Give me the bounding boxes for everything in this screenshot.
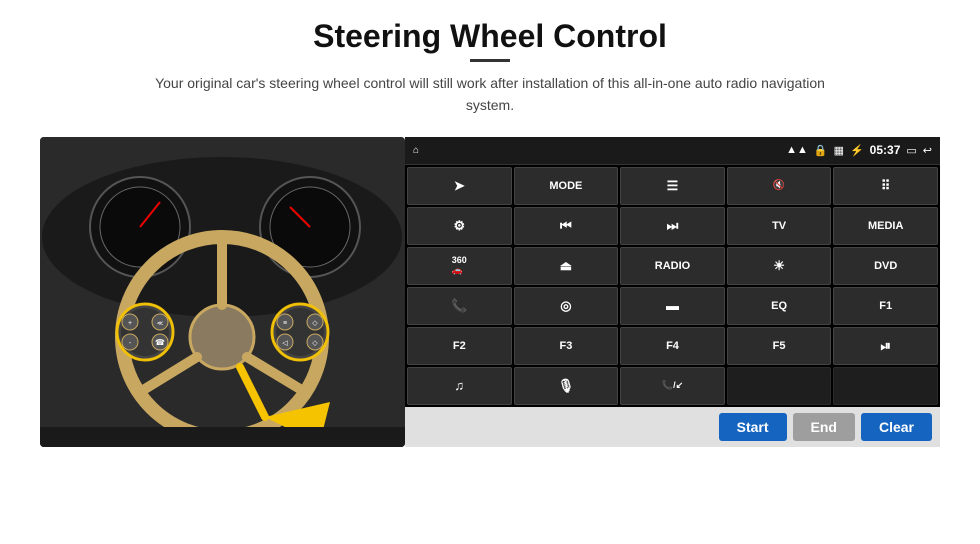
dvd-btn[interactable]: DVD	[833, 247, 938, 285]
svg-text:≪: ≪	[157, 321, 163, 327]
media-btn[interactable]: MEDIA	[833, 207, 938, 245]
home-icon[interactable]: ⌂	[413, 145, 419, 156]
brightness-btn[interactable]: ☀	[727, 247, 832, 285]
f4-btn[interactable]: F4	[620, 327, 725, 365]
phone-btn[interactable]: 📞	[407, 287, 512, 325]
lock-icon: 🔒	[814, 144, 828, 157]
screen-icon: ▭	[906, 144, 916, 157]
menu-btn[interactable]: ☰	[620, 167, 725, 205]
svg-text:☎: ☎	[155, 338, 165, 347]
f5-btn[interactable]: F5	[727, 327, 832, 365]
page-subtitle: Your original car's steering wheel contr…	[130, 72, 850, 117]
svg-text:≡: ≡	[283, 320, 287, 327]
status-left: ⌂	[413, 145, 419, 156]
end-button[interactable]: End	[793, 413, 855, 441]
steering-wheel-image: + - ≪ ☎ ≡ ◇ ◁ ◇	[40, 137, 405, 447]
mute-btn[interactable]: 🔇	[727, 167, 832, 205]
status-right: ▲▲ 🔒 ▦ ⚡ 05:37 ▭ ↩	[786, 143, 932, 157]
clear-button[interactable]: Clear	[861, 413, 932, 441]
page-title: Steering Wheel Control	[130, 18, 850, 55]
control-panel: ⌂ ▲▲ 🔒 ▦ ⚡ 05:37 ▭ ↩ ➤ MODE ☰ 🔇	[405, 137, 940, 447]
next-btn[interactable]: ⏭	[620, 207, 725, 245]
mic-btn[interactable]: 🎙	[514, 367, 619, 405]
title-section: Steering Wheel Control Your original car…	[130, 18, 850, 131]
svg-text:◇: ◇	[312, 320, 318, 327]
sim-icon: ▦	[834, 144, 844, 157]
apps-btn[interactable]: ⠿	[833, 167, 938, 205]
f1-btn[interactable]: F1	[833, 287, 938, 325]
eject-btn[interactable]: ⏏	[514, 247, 619, 285]
navi-btn[interactable]: ◎	[514, 287, 619, 325]
tv-btn[interactable]: TV	[727, 207, 832, 245]
button-grid: ➤ MODE ☰ 🔇 ⠿ ⚙ ⏮ ⏭ TV MEDIA 360🚗 ⏏ RADIO…	[405, 165, 940, 407]
bottom-action-bar: Start End Clear	[405, 407, 940, 447]
bt-icon: ⚡	[850, 144, 864, 157]
svg-text:◇: ◇	[312, 340, 318, 347]
svg-text:+: +	[128, 320, 132, 327]
svg-text:◁: ◁	[282, 340, 288, 347]
f2-btn[interactable]: F2	[407, 327, 512, 365]
empty2-btn	[833, 367, 938, 405]
call-btn[interactable]: 📞/↙	[620, 367, 725, 405]
settings-btn[interactable]: ⚙	[407, 207, 512, 245]
empty1-btn	[727, 367, 832, 405]
prev-btn[interactable]: ⏮	[514, 207, 619, 245]
f3-btn[interactable]: F3	[514, 327, 619, 365]
input-btn[interactable]: ▬	[620, 287, 725, 325]
title-divider	[470, 59, 510, 62]
start-button[interactable]: Start	[719, 413, 787, 441]
eq-btn[interactable]: EQ	[727, 287, 832, 325]
nav-btn[interactable]: ➤	[407, 167, 512, 205]
cam360-btn[interactable]: 360🚗	[407, 247, 512, 285]
radio-btn[interactable]: RADIO	[620, 247, 725, 285]
status-time: 05:37	[870, 143, 901, 157]
mode-btn[interactable]: MODE	[514, 167, 619, 205]
music-btn[interactable]: ♫	[407, 367, 512, 405]
wifi-icon: ▲▲	[786, 144, 808, 156]
playpause-btn[interactable]: ⏯	[833, 327, 938, 365]
status-bar: ⌂ ▲▲ 🔒 ▦ ⚡ 05:37 ▭ ↩	[405, 137, 940, 165]
content-row: + - ≪ ☎ ≡ ◇ ◁ ◇ ⌂ ▲▲ 🔒	[40, 137, 940, 447]
back-icon[interactable]: ↩	[923, 144, 932, 157]
